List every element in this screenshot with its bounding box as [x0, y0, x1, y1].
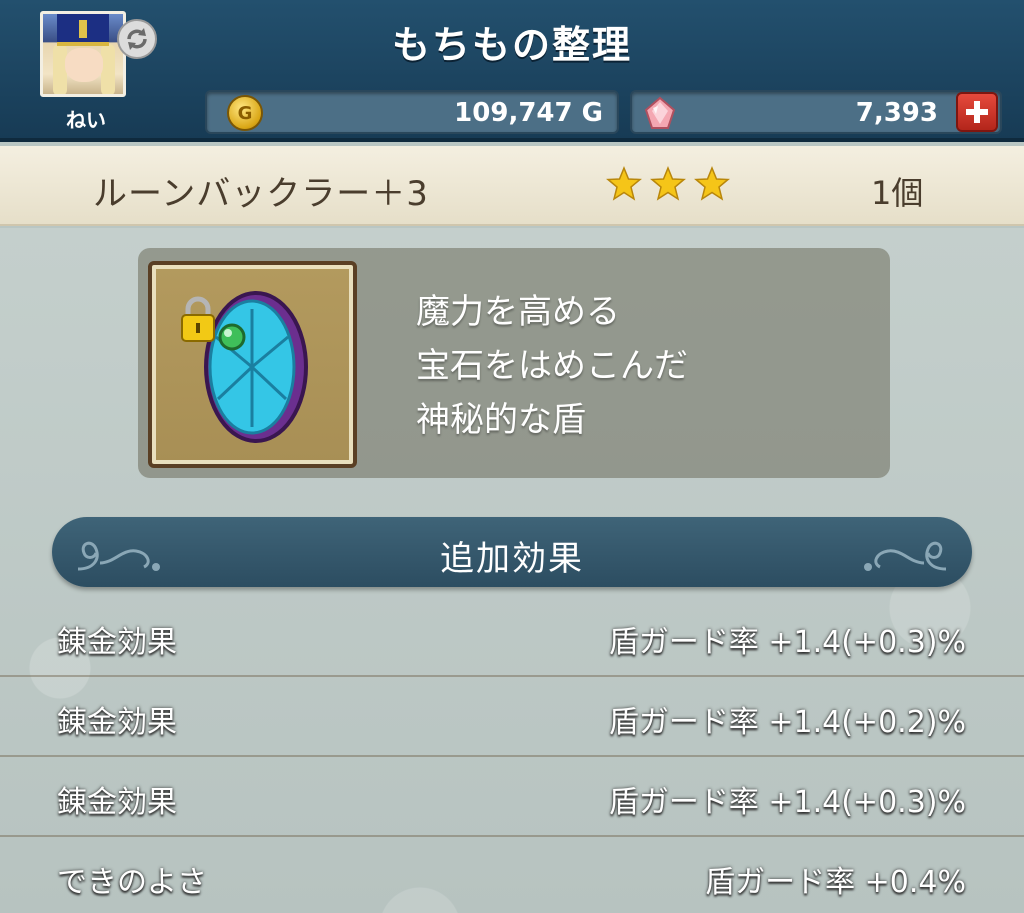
star-icon — [694, 166, 730, 201]
player-name: ねい — [66, 108, 106, 132]
star-icon — [606, 166, 642, 201]
effect-value: 盾ガード率 +1.4(+0.3)% — [608, 625, 966, 660]
flourish-icon — [864, 541, 947, 571]
effect-value: 盾ガード率 +0.4% — [705, 865, 966, 900]
plus-icon — [966, 101, 988, 123]
effect-row: できのよさ 盾ガード率 +0.4% — [0, 837, 1024, 913]
item-description-line: 宝石をはめこんだ — [416, 346, 688, 386]
item-description-line: 魔力を高める — [416, 292, 620, 332]
item-description-line: 神秘的な盾 — [416, 400, 586, 440]
item-description: 魔力を高める 宝石をはめこんだ 神秘的な盾 — [416, 285, 688, 447]
star-icon — [650, 166, 686, 201]
page-title: もちもの整理 — [391, 23, 632, 67]
item-name: ルーンバックラー＋3 — [93, 174, 429, 214]
item-rarity-stars — [606, 166, 730, 202]
item-count: 1個 — [871, 174, 924, 212]
item-icon-frame[interactable] — [148, 261, 357, 468]
effect-row: 錬金効果 盾ガード率 +1.4(+0.3)% — [0, 757, 1024, 837]
effect-row: 錬金効果 盾ガード率 +1.4(+0.3)% — [0, 597, 1024, 677]
header-bar: ねい もちもの整理 G 109,747 G 7,393 — [0, 0, 1024, 142]
gold-amount: 109,747 G — [454, 98, 603, 128]
gem-icon — [644, 96, 676, 129]
gem-counter: 7,393 — [630, 90, 1002, 134]
add-gem-button[interactable] — [956, 92, 998, 132]
gem-amount: 7,393 — [855, 98, 938, 128]
section-title: 追加効果 — [440, 539, 584, 579]
effect-label: 錬金効果 — [57, 785, 177, 820]
effect-label: できのよさ — [57, 865, 207, 900]
additional-effects-header: 追加効果 — [52, 517, 972, 587]
item-title-bar: ルーンバックラー＋3 1個 — [0, 146, 1024, 226]
effect-row: 錬金効果 盾ガード率 +1.4(+0.2)% — [0, 677, 1024, 757]
lock-icon — [181, 296, 215, 342]
effect-value: 盾ガード率 +1.4(+0.2)% — [608, 705, 966, 740]
gold-coin-icon: G — [227, 95, 263, 131]
effect-label: 錬金効果 — [57, 625, 177, 660]
effect-value: 盾ガード率 +1.4(+0.3)% — [608, 785, 966, 820]
gold-counter: G 109,747 G — [205, 90, 619, 134]
effect-label: 錬金効果 — [57, 705, 177, 740]
